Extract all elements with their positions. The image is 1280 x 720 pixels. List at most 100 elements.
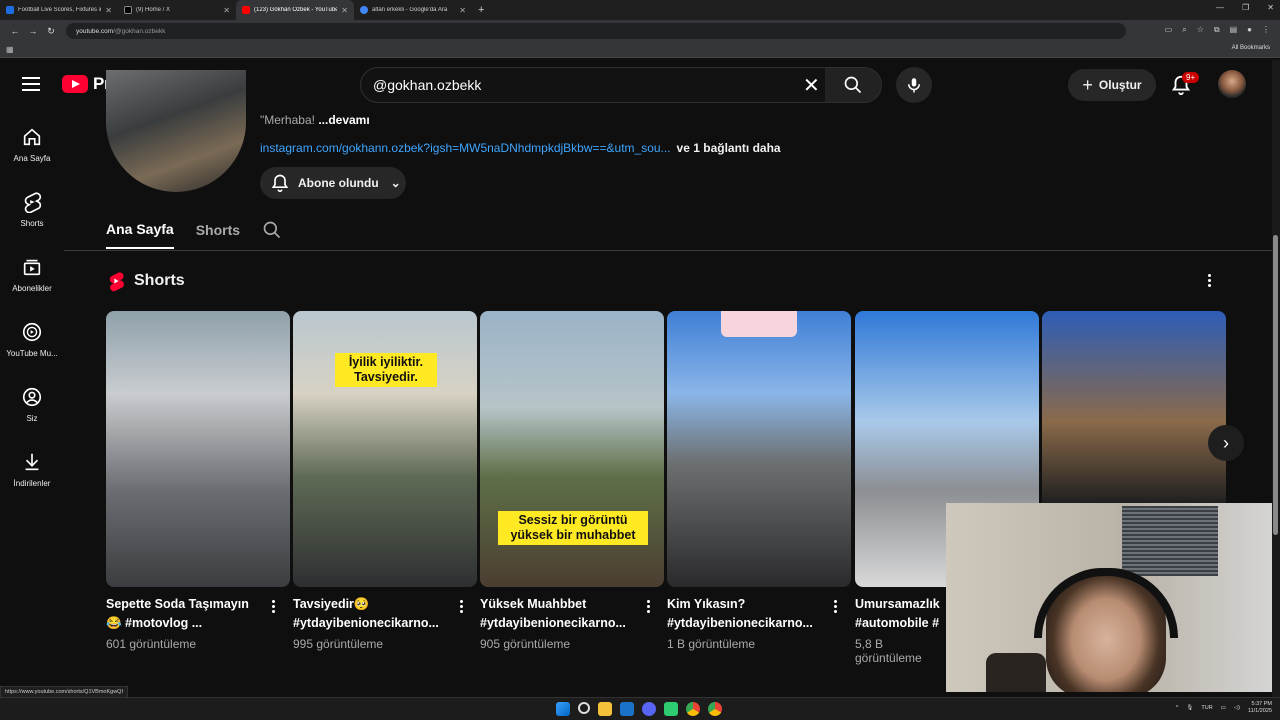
more-options-icon[interactable]	[272, 600, 275, 613]
more-options-icon[interactable]	[1208, 274, 1211, 287]
short-info: Umursamazlık #automobile # 5,8 B görüntü…	[855, 595, 945, 665]
tray-chevron-icon[interactable]: ^	[1176, 705, 1179, 711]
short-title[interactable]: Umursamazlık	[855, 595, 945, 614]
url-field[interactable]: youtube.com/@gokhan.ozbekk	[66, 23, 1126, 39]
scrollbar-thumb[interactable]	[1273, 235, 1278, 535]
tab-favicon	[124, 6, 132, 14]
thumbnail-caption: İyilik iyiliktir. Tavsiyedir.	[335, 353, 437, 387]
browser-tab[interactable]: altan erkekli - Google'da Ara ✕	[354, 0, 472, 20]
sidebar-item-home[interactable]: Ana Sayfa	[0, 110, 64, 175]
short-title[interactable]: Tavsiyedir🥺	[293, 595, 453, 614]
url-path: /@gokhan.ozbekk	[113, 27, 166, 35]
channel-description[interactable]: "Merhaba! ...devamı	[260, 113, 370, 127]
subscribed-button[interactable]: Abone olundu ⌄	[260, 167, 406, 199]
search-input[interactable]	[373, 77, 793, 93]
apps-icon[interactable]: ▦	[6, 45, 14, 54]
thumbnail-sticker	[721, 311, 797, 337]
short-thumbnail[interactable]: İyilik iyiliktir. Tavsiyedir.	[293, 311, 477, 587]
sidebar-item-label: Abonelikler	[12, 284, 52, 293]
short-title-line2[interactable]: #automobile #	[855, 614, 945, 633]
page-scrollbar[interactable]	[1272, 60, 1280, 697]
close-icon[interactable]: ✕	[223, 6, 230, 15]
description-more[interactable]: ...devamı	[318, 113, 369, 127]
forward-icon[interactable]: →	[24, 26, 42, 36]
tab-title: (9) Home / X	[136, 7, 171, 13]
network-icon[interactable]: ▭	[1221, 705, 1226, 711]
tab-title: Football Live Scores, Fixtures &	[18, 7, 102, 13]
extensions-icon[interactable]: ⧉	[1214, 25, 1220, 35]
search-icon[interactable]	[262, 220, 282, 240]
avatar[interactable]	[1218, 70, 1246, 98]
volume-icon[interactable]: ◁)	[1234, 705, 1240, 711]
zoom-icon[interactable]: ⌕	[1182, 25, 1186, 35]
thumbnail-caption: Sessiz bir görüntü yüksek bir muhabbet	[498, 511, 648, 545]
short-title[interactable]: Sepette Soda Taşımayın	[106, 595, 266, 614]
shorts-logo-icon	[109, 272, 124, 292]
sidebar-item-downloads[interactable]: İndirilenler	[0, 435, 64, 500]
clear-icon[interactable]: ✕	[803, 73, 820, 98]
search-button[interactable]	[825, 68, 881, 102]
channel-avatar[interactable]	[106, 70, 246, 192]
short-title[interactable]: Yüksek Muahbbet	[480, 595, 640, 614]
short-thumbnail[interactable]	[106, 311, 290, 587]
chrome-icon[interactable]	[686, 702, 700, 716]
windows-start-icon[interactable]	[556, 702, 570, 716]
browser-tab[interactable]: (9) Home / X ✕	[118, 0, 236, 20]
sidebar-item-subscriptions[interactable]: Abonelikler	[0, 240, 64, 305]
reload-icon[interactable]: ↻	[42, 26, 60, 37]
play-icon[interactable]	[664, 702, 678, 716]
more-options-icon[interactable]	[834, 600, 837, 613]
menu-icon[interactable]	[22, 77, 40, 91]
profile-icon[interactable]: ●	[1247, 25, 1252, 35]
voice-search-button[interactable]	[896, 67, 932, 103]
browser-tab-active[interactable]: (123) Gökhan Özbek - YouTube ✕	[236, 0, 354, 20]
close-icon[interactable]: ✕	[341, 6, 348, 15]
search-icon[interactable]	[578, 702, 590, 714]
new-tab-icon[interactable]: +	[478, 4, 484, 16]
tab-shorts[interactable]: Shorts	[196, 222, 240, 248]
language-indicator[interactable]: TUR	[1201, 705, 1212, 711]
sidebar-item-you[interactable]: Siz	[0, 370, 64, 435]
cast-icon[interactable]: ▭	[1165, 25, 1173, 35]
sidepanel-icon[interactable]: ▤	[1230, 25, 1238, 35]
short-title-line2[interactable]: 😂 #motovlog ...	[106, 614, 266, 633]
more-options-icon[interactable]	[647, 600, 650, 613]
short-title-line2[interactable]: #ytdayibenionecikarno...	[293, 614, 453, 633]
sidebar-item-shorts[interactable]: Shorts	[0, 175, 64, 240]
maximize-icon[interactable]: ❐	[1242, 3, 1249, 12]
short-title-line2[interactable]: #ytdayibenionecikarno...	[480, 614, 640, 633]
short-thumbnail[interactable]: Sessiz bir görüntü yüksek bir muhabbet	[480, 311, 664, 587]
short-thumbnail[interactable]	[667, 311, 851, 587]
address-bar: ← → ↻ youtube.com/@gokhan.ozbekk	[0, 20, 1280, 42]
file-explorer-icon[interactable]	[598, 702, 612, 716]
outlook-icon[interactable]	[620, 702, 634, 716]
all-bookmarks[interactable]: All Bookmarks	[1232, 45, 1270, 51]
create-button[interactable]: + Oluştur	[1068, 69, 1156, 101]
webcam-chair	[986, 653, 1046, 692]
sidebar-item-youtube-music[interactable]: YouTube Mu...	[0, 305, 64, 370]
short-title[interactable]: Kim Yıkasın?	[667, 595, 827, 614]
chrome-alt-icon[interactable]	[708, 702, 722, 716]
star-icon[interactable]: ☆	[1197, 25, 1204, 35]
discord-icon[interactable]	[642, 702, 656, 716]
short-title-line2[interactable]: #ytdayibenionecikarno...	[667, 614, 827, 633]
short-info: Tavsiyedir🥺 #ytdayibenionecikarno... 995…	[293, 595, 453, 651]
close-icon[interactable]: ✕	[105, 6, 112, 15]
description-text: "Merhaba!	[260, 113, 315, 127]
microphone-icon[interactable]: 🎙	[1186, 705, 1193, 711]
close-icon[interactable]: ✕	[459, 6, 466, 15]
more-links[interactable]: ve 1 bağlantı daha	[677, 141, 781, 155]
clock[interactable]: 5:37 PM 11/1/2025	[1248, 701, 1272, 715]
browser-tab[interactable]: Football Live Scores, Fixtures & ✕	[0, 0, 118, 20]
back-icon[interactable]: ←	[6, 26, 24, 36]
tab-home[interactable]: Ana Sayfa	[106, 221, 174, 249]
minimize-icon[interactable]: —	[1216, 3, 1224, 12]
menu-icon[interactable]: ⋮	[1262, 25, 1270, 35]
instagram-link[interactable]: instagram.com/gokhann.ozbek?igsh=MW5naDN…	[260, 141, 671, 155]
more-options-icon[interactable]	[460, 600, 463, 613]
channel-tabs: Ana Sayfa Shorts	[106, 220, 282, 250]
webcam-window-blinds	[1122, 506, 1218, 576]
close-window-icon[interactable]: ✕	[1267, 3, 1274, 12]
search-icon	[844, 76, 862, 94]
carousel-next-button[interactable]: ›	[1208, 425, 1244, 461]
